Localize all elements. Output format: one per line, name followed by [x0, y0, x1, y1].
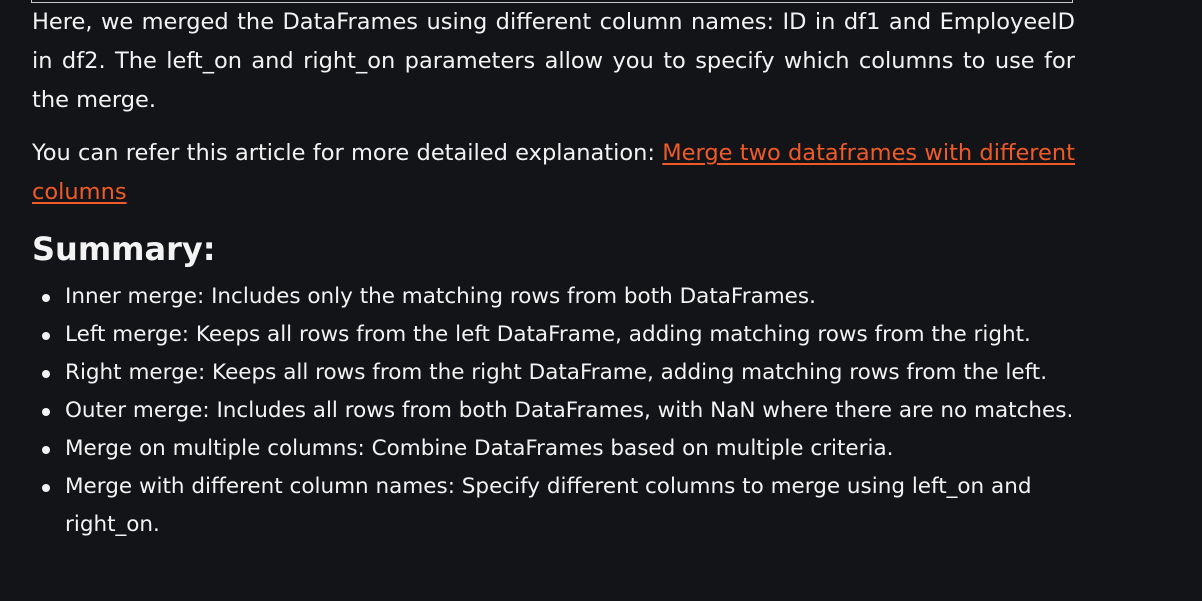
list-item: Inner merge: Includes only the matching … [32, 278, 1075, 316]
bullet-icon [42, 408, 50, 416]
summary-heading: Summary: [32, 230, 216, 268]
article-page: Here, we merged the DataFrames using dif… [0, 0, 1202, 601]
bullet-icon [42, 294, 50, 302]
list-item: Merge with different column names: Speci… [32, 468, 1075, 544]
list-item-text: Merge with different column names: Speci… [65, 474, 1032, 537]
bullet-icon [42, 446, 50, 454]
summary-list: Inner merge: Includes only the matching … [32, 278, 1075, 544]
list-item-text: Right merge: Keeps all rows from the rig… [65, 360, 1048, 385]
list-item-text: Merge on multiple columns: Combine DataF… [65, 436, 894, 461]
list-item-text: Outer merge: Includes all rows from both… [65, 398, 1074, 423]
reference-paragraph: You can refer this article for more deta… [32, 134, 1075, 212]
list-item: Left merge: Keeps all rows from the left… [32, 316, 1075, 354]
bullet-icon [42, 332, 50, 340]
list-item: Right merge: Keeps all rows from the rig… [32, 354, 1075, 392]
list-item-text: Left merge: Keeps all rows from the left… [65, 322, 1031, 347]
bullet-icon [42, 370, 50, 378]
merge-explanation-paragraph: Here, we merged the DataFrames using dif… [32, 9, 1075, 113]
reference-text: You can refer this article for more deta… [32, 140, 663, 166]
list-item: Merge on multiple columns: Combine DataF… [32, 430, 1075, 468]
bullet-icon [42, 484, 50, 492]
article-content: Here, we merged the DataFrames using dif… [32, 3, 1075, 544]
list-item: Outer merge: Includes all rows from both… [32, 392, 1075, 430]
list-item-text: Inner merge: Includes only the matching … [65, 284, 816, 309]
